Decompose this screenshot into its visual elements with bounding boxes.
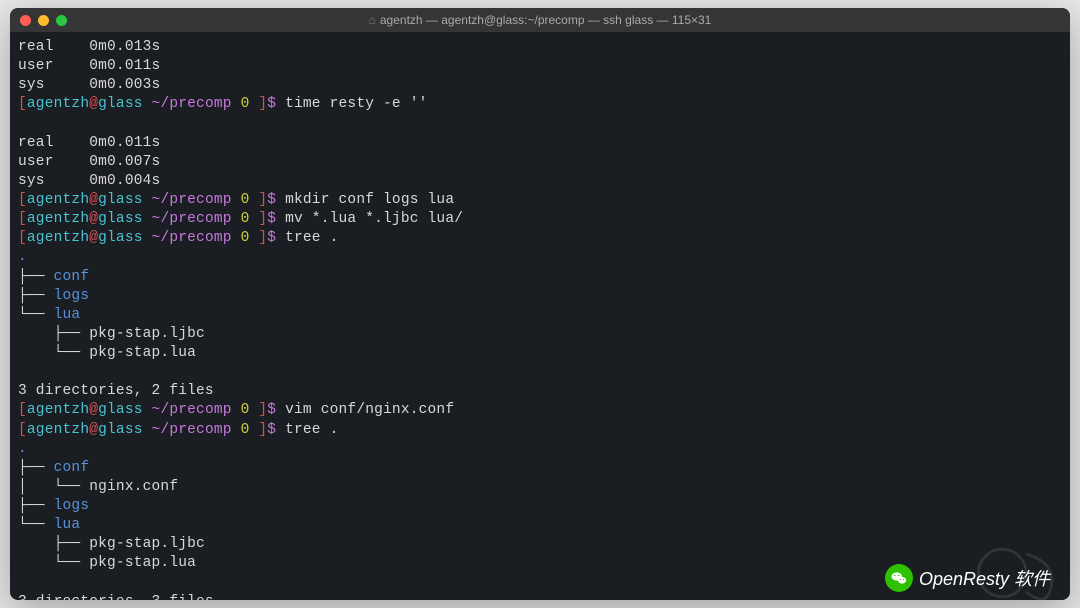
prompt-line-2: [agentzh@glass ~/precomp 0 ]$ mkdir conf… <box>18 191 1062 210</box>
tree2-nginx: │ └── nginx.conf <box>18 478 1062 497</box>
prompt-line-6: [agentzh@glass ~/precomp 0 ]$ tree . <box>18 421 1062 440</box>
cmd-5: vim conf/nginx.conf <box>276 402 454 418</box>
tree1-logs: ├── logs <box>18 287 1062 306</box>
cmd-6: tree . <box>276 422 338 438</box>
window-title-text: agentzh — agentzh@glass:~/precomp — ssh … <box>380 13 711 27</box>
prompt-sp <box>143 96 152 112</box>
blank-line-3 <box>18 574 1062 593</box>
minimize-icon[interactable] <box>38 15 49 26</box>
blank-line-2 <box>18 363 1062 382</box>
tree2-f1: ├── pkg-stap.ljbc <box>18 535 1062 554</box>
tree1-conf: ├── conf <box>18 268 1062 287</box>
time-sys-2: sys 0m0.004s <box>18 172 1062 191</box>
prompt-host: glass <box>98 96 143 112</box>
tree1-root: . <box>18 248 1062 267</box>
cmd-1: time resty -e '' <box>276 96 427 112</box>
time-real-1: real 0m0.013s <box>18 38 1062 57</box>
tree1-f1: ├── pkg-stap.ljbc <box>18 325 1062 344</box>
cmd-4: tree . <box>276 230 338 246</box>
prompt-line-1: [agentzh@glass ~/precomp 0 ]$ time resty… <box>18 95 1062 114</box>
tree1-lua: └── lua <box>18 306 1062 325</box>
tree1-summary: 3 directories, 2 files <box>18 382 1062 401</box>
tree2-conf: ├── conf <box>18 459 1062 478</box>
cmd-2: mkdir conf logs lua <box>276 192 454 208</box>
prompt-path: ~/precomp <box>152 96 232 112</box>
tree2-logs: ├── logs <box>18 497 1062 516</box>
tree1-f2: └── pkg-stap.lua <box>18 344 1062 363</box>
prompt-lb: [ <box>18 96 27 112</box>
prompt-line-5: [agentzh@glass ~/precomp 0 ]$ vim conf/n… <box>18 401 1062 420</box>
prompt-rb: ] <box>258 96 267 112</box>
time-user-1: user 0m0.011s <box>18 57 1062 76</box>
prompt-sp2 <box>232 96 241 112</box>
prompt-dollar: $ <box>267 96 276 112</box>
time-real-2: real 0m0.011s <box>18 134 1062 153</box>
zoom-icon[interactable] <box>56 15 67 26</box>
home-icon: ⌂ <box>369 13 376 27</box>
time-sys-1: sys 0m0.003s <box>18 76 1062 95</box>
close-icon[interactable] <box>20 15 31 26</box>
titlebar: ⌂ agentzh — agentzh@glass:~/precomp — ssh… <box>10 8 1070 32</box>
blank-line <box>18 115 1062 134</box>
prompt-line-3: [agentzh@glass ~/precomp 0 ]$ mv *.lua *… <box>18 210 1062 229</box>
time-user-2: user 0m0.007s <box>18 153 1062 172</box>
tree2-f2: └── pkg-stap.lua <box>18 554 1062 573</box>
tree2-root: . <box>18 440 1062 459</box>
prompt-user: agentzh <box>27 96 89 112</box>
traffic-lights <box>20 15 67 26</box>
cmd-3: mv *.lua *.ljbc lua/ <box>276 211 463 227</box>
tree2-lua: └── lua <box>18 516 1062 535</box>
terminal-window: ⌂ agentzh — agentzh@glass:~/precomp — ssh… <box>10 8 1070 600</box>
prompt-at: @ <box>89 96 98 112</box>
terminal-body[interactable]: real 0m0.013s user 0m0.011s sys 0m0.003s… <box>10 32 1070 600</box>
tree2-summary: 3 directories, 3 files <box>18 593 1062 600</box>
prompt-line-4: [agentzh@glass ~/precomp 0 ]$ tree . <box>18 229 1062 248</box>
window-title: ⌂ agentzh — agentzh@glass:~/precomp — ssh… <box>20 13 1060 27</box>
